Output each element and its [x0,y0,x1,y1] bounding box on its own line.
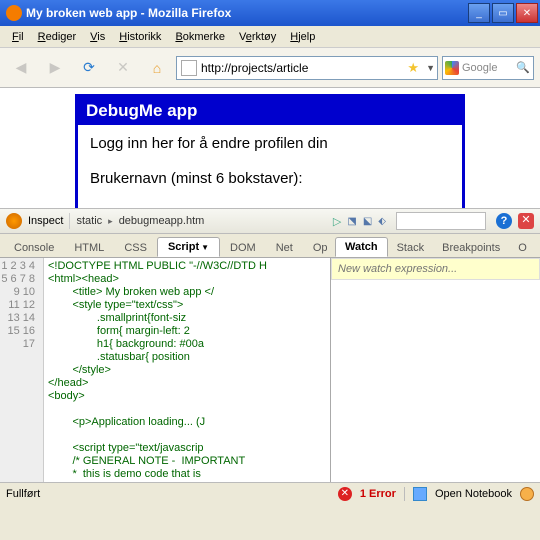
close-button[interactable]: ✕ [516,3,538,23]
maximize-button[interactable]: ▭ [492,3,514,23]
bookmark-star-icon[interactable]: ★ [407,60,419,76]
tab-script[interactable]: Script▼ [157,237,220,257]
firebug-body: 1 2 3 4 5 6 7 8 9 10 11 12 13 14 15 16 1… [0,258,540,482]
tab-console[interactable]: Console [4,239,64,257]
firebug-toolbar: Inspect static ▸ debugmeapp.htm ▷ ⬔ ⬕ ⬖ … [0,208,540,234]
inspect-button[interactable]: Inspect [28,215,63,227]
statusbar: Fullført ✕ 1 Error Open Notebook [0,482,540,504]
tab-html[interactable]: HTML [64,239,114,257]
menu-history[interactable]: Historikk [113,29,167,45]
forward-button[interactable]: ▶ [40,53,70,83]
menubar: Fil Rediger Vis Historikk Bokmerke Verkt… [0,26,540,48]
step-over-button[interactable]: ⬔ [347,216,356,227]
tab-side-options[interactable]: O [509,239,536,257]
side-pane: Watch Stack Breakpoints O [330,258,540,482]
home-button[interactable]: ⌂ [142,53,172,83]
greasemonkey-icon[interactable] [520,487,534,501]
username-label: Brukernavn (minst 6 bokstaver): [90,170,450,187]
status-text: Fullført [6,488,40,500]
step-out-button[interactable]: ⬖ [378,216,386,227]
tab-net[interactable]: Net [266,239,303,257]
tab-css[interactable]: CSS [114,239,157,257]
error-icon[interactable]: ✕ [338,487,352,501]
crumb-file[interactable]: debugmeapp.htm [119,215,205,227]
back-button[interactable]: ◀ [6,53,36,83]
stop-button[interactable]: ✕ [108,53,138,83]
code-pane[interactable]: 1 2 3 4 5 6 7 8 9 10 11 12 13 14 15 16 1… [0,258,330,482]
crumb-scope[interactable]: static [76,215,102,227]
page-viewport: DebugMe app Logg inn her for å endre pro… [0,88,540,208]
line-gutter: 1 2 3 4 5 6 7 8 9 10 11 12 13 14 15 16 1… [0,258,44,482]
notebook-icon[interactable] [413,487,427,501]
watch-expression-input[interactable] [331,258,540,280]
page-favicon [181,60,197,76]
firebug-close-button[interactable]: ✕ [518,213,534,229]
app-container: DebugMe app Logg inn her for å endre pro… [75,94,465,216]
play-button[interactable]: ▷ [333,215,341,228]
nav-toolbar: ◀ ▶ ⟳ ✕ ⌂ http://projects/article ★ ▼ Go… [0,48,540,88]
step-into-button[interactable]: ⬕ [363,216,372,227]
menu-edit[interactable]: Rediger [32,29,83,45]
firebug-icon[interactable] [6,213,22,229]
search-placeholder: Google [462,62,497,74]
url-bar[interactable]: http://projects/article ★ ▼ [176,56,438,80]
tab-dom[interactable]: DOM [220,239,266,257]
help-button[interactable]: ? [496,213,512,229]
minimize-button[interactable]: _ [468,3,490,23]
tab-watch[interactable]: Watch [335,237,388,257]
url-text: http://projects/article [201,61,308,75]
menu-view[interactable]: Vis [84,29,111,45]
login-instruction: Logg inn her for å endre profilen din [90,135,450,152]
firebug-search-input[interactable] [396,212,486,230]
error-count[interactable]: 1 Error [360,488,396,500]
menu-tools[interactable]: Verktøy [233,29,282,45]
tab-breakpoints[interactable]: Breakpoints [433,239,509,257]
window-titlebar: My broken web app - Mozilla Firefox _ ▭ … [0,0,540,26]
url-dropdown-icon[interactable]: ▼ [426,63,435,73]
menu-help[interactable]: Hjelp [284,29,321,45]
reload-button[interactable]: ⟳ [74,53,104,83]
menu-file[interactable]: Fil [6,29,30,45]
side-tabs: Watch Stack Breakpoints O [331,234,540,258]
chevron-right-icon: ▸ [108,216,113,227]
code-content: <!DOCTYPE HTML PUBLIC "-//W3C//DTD H <ht… [44,258,330,482]
window-title: My broken web app - Mozilla Firefox [26,6,466,20]
search-bar[interactable]: Google 🔍 [442,56,534,80]
menu-bookmarks[interactable]: Bokmerke [169,29,231,45]
open-notebook-link[interactable]: Open Notebook [435,488,512,500]
tab-stack[interactable]: Stack [388,239,434,257]
firefox-icon [6,5,22,21]
search-icon[interactable]: 🔍 [516,61,530,74]
google-icon [445,61,459,75]
app-heading: DebugMe app [78,97,462,125]
